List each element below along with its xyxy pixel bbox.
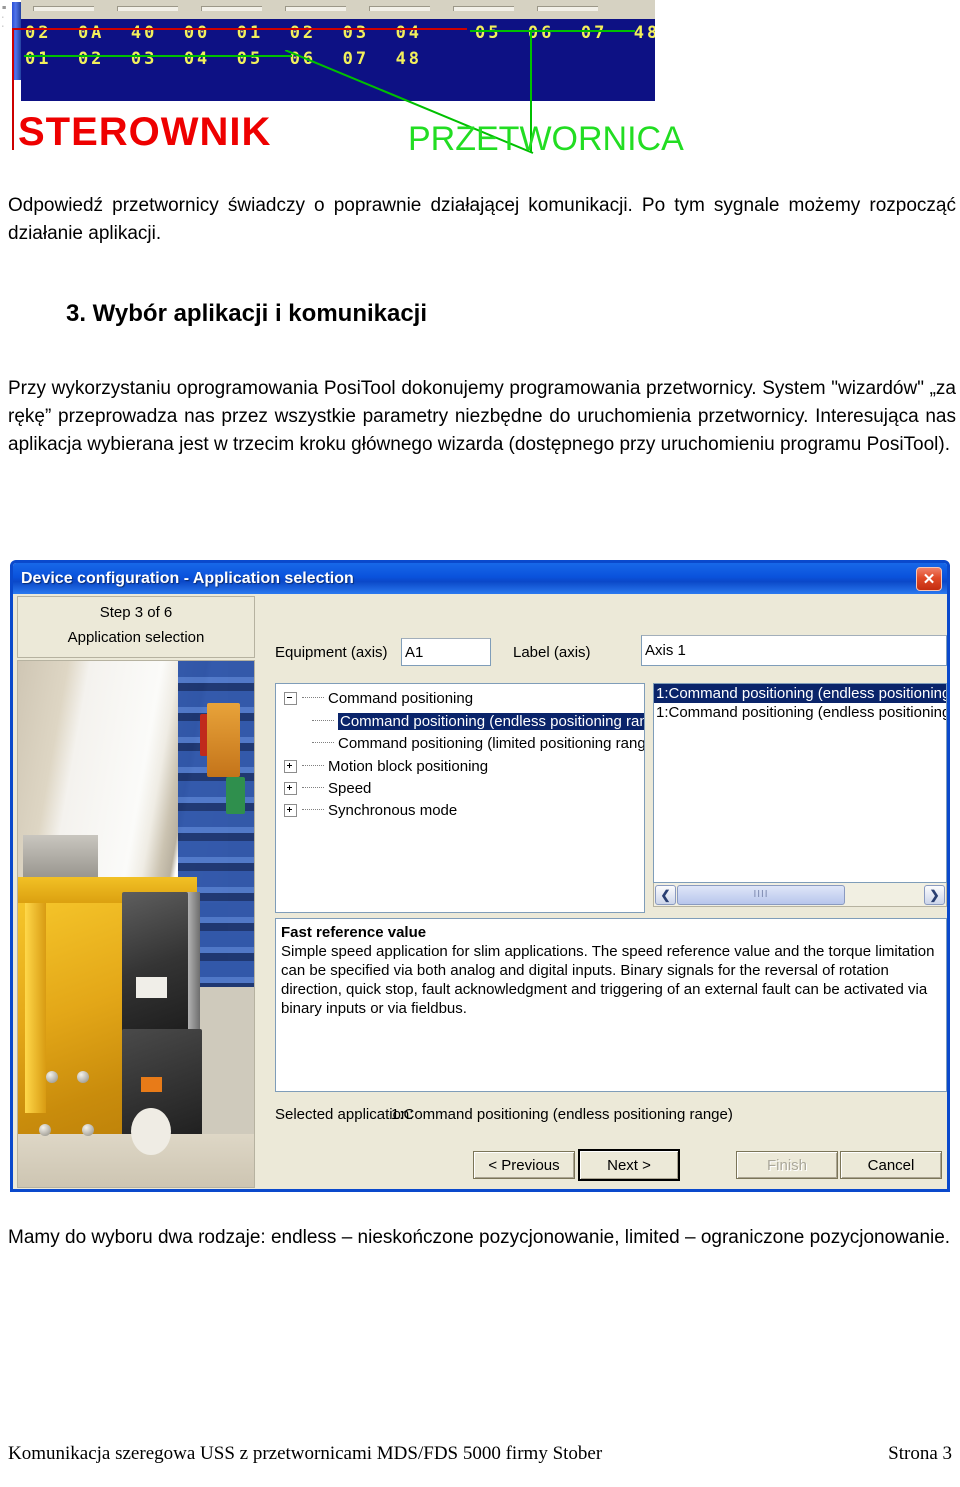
tree-connector — [312, 720, 334, 722]
expand-icon[interactable] — [284, 781, 297, 795]
tree-connector — [302, 765, 324, 767]
tree-item: Motion block positioning — [284, 756, 488, 776]
annotation-green-underline-echo — [470, 30, 635, 32]
next-button[interactable]: Next > — [578, 1149, 680, 1181]
selected-application-value: 1:Command positioning (endless positioni… — [391, 1106, 733, 1123]
section-heading: 3. Wybór aplikacji i komunikacji — [66, 300, 428, 327]
close-icon[interactable]: ✕ — [916, 567, 942, 591]
list-item[interactable]: 1:Command positioning (endless positioni… — [654, 684, 946, 703]
previous-button[interactable]: < Previous — [473, 1151, 575, 1179]
scrollbar-thumb[interactable]: IIII — [677, 884, 845, 905]
tree-item-label[interactable]: Command positioning (limited positioning… — [338, 735, 644, 752]
tree-item-label[interactable]: Command positioning (endless positioning… — [338, 712, 644, 730]
tree-connector — [302, 697, 324, 699]
dialog-title: Device configuration - Application selec… — [21, 569, 354, 587]
tree-item: Command positioning (endless positioning… — [312, 711, 644, 731]
footer-document-title: Komunikacja szeregowa USS z przetwornica… — [8, 1443, 603, 1464]
annotation-red-underline — [12, 28, 467, 30]
footer-page-number: Strona 3 — [888, 1443, 952, 1464]
annotation-label-inverter: PRZETWORNICA — [408, 120, 684, 158]
tree-item: Speed — [284, 778, 371, 798]
tree-connector — [312, 742, 334, 744]
step-number-label: Step 3 of 6 — [99, 604, 173, 621]
equipment-axis-label: Equipment (axis) — [275, 644, 388, 661]
description-body: Simple speed application for slim applic… — [281, 943, 935, 1017]
expand-icon[interactable] — [284, 803, 297, 817]
scroll-left-icon[interactable]: ❮ — [655, 884, 676, 905]
tree-item-label: Motion block positioning — [328, 757, 489, 775]
expand-icon[interactable] — [284, 759, 297, 773]
list-horizontal-scrollbar[interactable]: ❮ IIII ❯ — [653, 883, 947, 907]
annotation-red-leader — [12, 28, 14, 150]
intro-paragraph: Odpowiedź przetwornicy świadczy o popraw… — [8, 195, 956, 244]
finish-button: Finish — [736, 1151, 838, 1179]
tree-item-label: Synchronous mode — [328, 801, 458, 819]
page-footer: Komunikacja szeregowa USS z przetwornica… — [8, 1443, 952, 1465]
application-description-panel: Fast reference value Simple speed applic… — [275, 918, 947, 1092]
annotation-green-underline-response — [24, 55, 292, 57]
tree-item-label: Command positioning — [328, 689, 474, 707]
step-indicator: Step 3 of 6 Application selection — [17, 596, 255, 658]
tree-item: Synchronous mode — [284, 800, 457, 820]
body-paragraph: Przy wykorzystaniu oprogramowania PosiTo… — [8, 378, 956, 455]
monitor-left-glyphs: ≡ ∙ ∙ — [2, 5, 7, 30]
equipment-axis-input[interactable] — [401, 638, 491, 666]
tree-connector — [302, 809, 324, 811]
label-axis-label: Label (axis) — [513, 644, 591, 661]
selected-applications-list[interactable]: 1:Command positioning (endless positioni… — [653, 683, 947, 883]
collapse-icon[interactable] — [284, 691, 297, 705]
device-configuration-dialog: Device configuration - Application selec… — [10, 560, 950, 1192]
description-title: Fast reference value — [281, 924, 427, 941]
cancel-button[interactable]: Cancel — [840, 1151, 942, 1179]
tree-item-label: Speed — [328, 779, 372, 797]
scrollbar-track[interactable] — [845, 885, 923, 905]
hex-row-1: 02 0A 40 00 01 02 03 04 05 06 07 48 02 0… — [25, 23, 655, 43]
list-item[interactable]: 1:Command positioning (endless positioni… — [654, 703, 946, 722]
label-axis-input[interactable] — [641, 635, 947, 666]
wizard-illustration-photo — [17, 660, 255, 1188]
monitor-toolbar — [21, 0, 655, 20]
tree-connector — [302, 787, 324, 789]
application-tree[interactable]: Command positioning Command positioning … — [275, 683, 645, 913]
scroll-right-icon[interactable]: ❯ — [924, 884, 945, 905]
tree-item: Command positioning (limited positioning… — [312, 733, 644, 753]
annotation-label-controller: STEROWNIK — [18, 110, 272, 154]
dialog-titlebar[interactable]: Device configuration - Application selec… — [13, 563, 947, 594]
after-figure-paragraph: Mamy do wyboru dwa rodzaje: endless – ni… — [8, 1227, 951, 1248]
serial-monitor-screenshot: ≡∙∙ 02 0A 40 00 01 02 03 04 05 06 07 48 … — [0, 0, 684, 175]
step-name-label: Application selection — [67, 629, 205, 646]
tree-item: Command positioning — [284, 688, 473, 708]
